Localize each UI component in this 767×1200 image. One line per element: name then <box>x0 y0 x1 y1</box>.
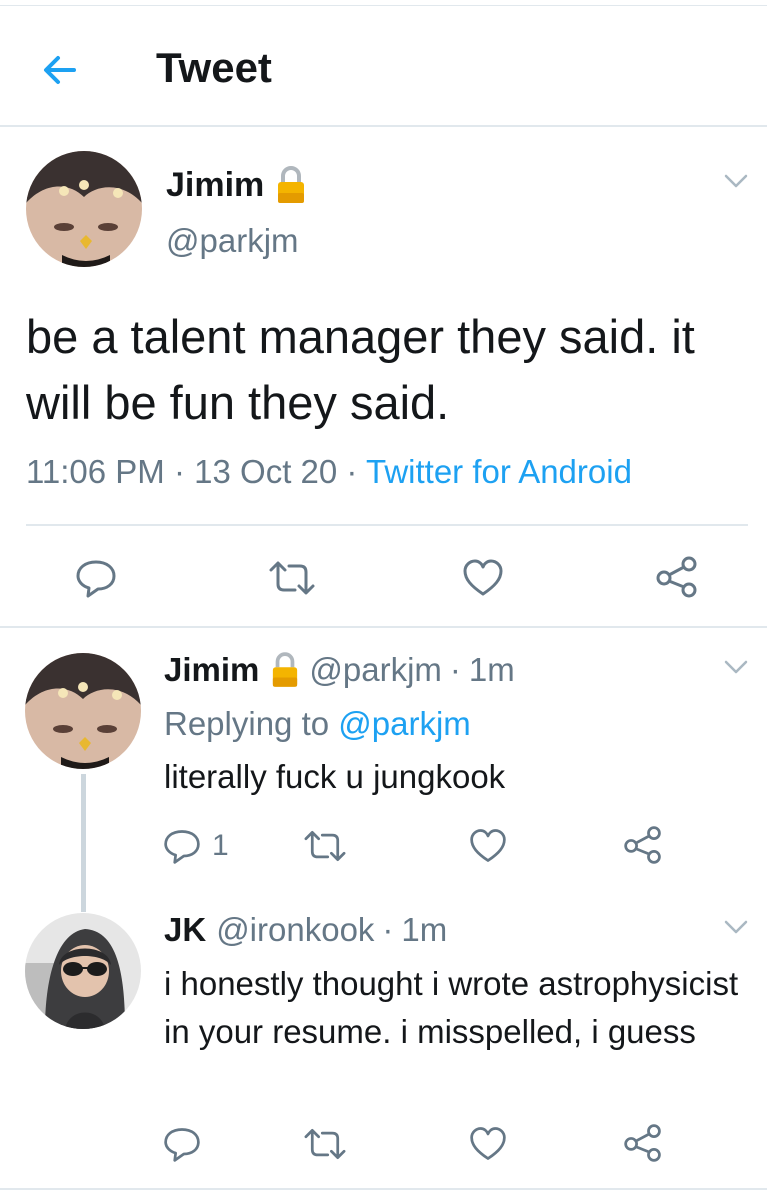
like-button[interactable] <box>461 556 505 600</box>
replying-to-label: Replying to <box>164 705 330 742</box>
chevron-down-icon <box>724 660 748 674</box>
retweet-icon <box>304 831 346 861</box>
replying-to: Replying to @parkjm <box>164 705 471 743</box>
lock-icon <box>278 166 305 203</box>
arrow-left-icon <box>44 56 76 84</box>
retweet-button[interactable] <box>267 556 317 600</box>
tweet-menu-button[interactable] <box>721 652 751 682</box>
tweet-actions <box>0 548 767 604</box>
retweet-icon <box>269 561 315 595</box>
retweet-button[interactable] <box>302 826 348 866</box>
meta-separator: · <box>449 651 461 688</box>
author-name-row[interactable]: Jimim <box>166 165 306 205</box>
tweet-source-link[interactable]: Twitter for Android <box>366 453 632 490</box>
author-handle: @ironkook <box>216 911 375 948</box>
share-button[interactable] <box>622 1122 664 1164</box>
retweet-button[interactable] <box>302 1124 348 1164</box>
chevron-down-icon <box>724 174 748 188</box>
reply-icon <box>164 1128 200 1162</box>
divider <box>0 1188 767 1190</box>
share-button[interactable] <box>622 824 664 866</box>
share-icon <box>624 826 661 864</box>
reply-button[interactable]: 1 <box>162 826 229 866</box>
avatar[interactable] <box>25 913 141 1029</box>
share-button[interactable] <box>654 554 700 600</box>
reply-text: i honestly thought i wrote astrophysicis… <box>164 965 739 1050</box>
tweet-time: 11:06 PM <box>26 453 165 490</box>
reply-age: 1m <box>468 651 515 688</box>
avatar[interactable] <box>26 151 142 267</box>
tweet-date: 13 Oct 20 <box>194 453 338 490</box>
like-button[interactable] <box>468 1124 508 1164</box>
like-icon <box>463 559 503 596</box>
divider <box>26 524 748 526</box>
reply-header[interactable]: JK @ironkook · 1m <box>164 911 447 949</box>
thread-connector <box>81 774 86 912</box>
lock-icon <box>273 652 298 687</box>
tweet-menu-button[interactable] <box>721 912 751 942</box>
chevron-down-icon <box>724 920 748 934</box>
divider <box>0 626 767 628</box>
tweet-meta: 11:06 PM · 13 Oct 20 · Twitter for Andro… <box>26 453 632 491</box>
author-name: JK <box>164 911 207 948</box>
meta-separator: · <box>173 453 195 490</box>
avatar[interactable] <box>25 653 141 769</box>
author-name: Jimim <box>164 651 260 688</box>
share-icon <box>624 1124 661 1162</box>
replying-to-link[interactable]: @parkjm <box>338 705 471 742</box>
reply-age: 1m <box>401 911 448 948</box>
reply-text: literally fuck u jungkook <box>164 758 506 795</box>
reply-header[interactable]: Jimim @parkjm · 1m <box>164 651 515 689</box>
author-handle[interactable]: @parkjm <box>166 222 299 260</box>
like-icon <box>470 1127 506 1160</box>
reply-icon <box>76 560 116 598</box>
tweet-menu-button[interactable] <box>721 166 751 196</box>
reply-button[interactable] <box>74 556 118 600</box>
author-name: Jimim <box>166 165 265 204</box>
meta-separator: · <box>346 453 366 490</box>
reply-button[interactable] <box>162 1124 202 1164</box>
retweet-icon <box>304 1129 346 1159</box>
like-button[interactable] <box>468 826 508 866</box>
back-button[interactable] <box>36 46 84 94</box>
meta-separator: · <box>382 911 394 948</box>
author-handle: @parkjm <box>309 651 442 688</box>
page-title: Tweet <box>156 44 272 91</box>
top-app-bar: Tweet <box>0 6 767 127</box>
share-icon <box>656 556 697 598</box>
like-icon <box>470 829 506 862</box>
tweet-text: be a talent manager they said. it will b… <box>26 310 695 429</box>
reply-icon <box>164 830 200 864</box>
reply-count: 1 <box>212 829 229 862</box>
